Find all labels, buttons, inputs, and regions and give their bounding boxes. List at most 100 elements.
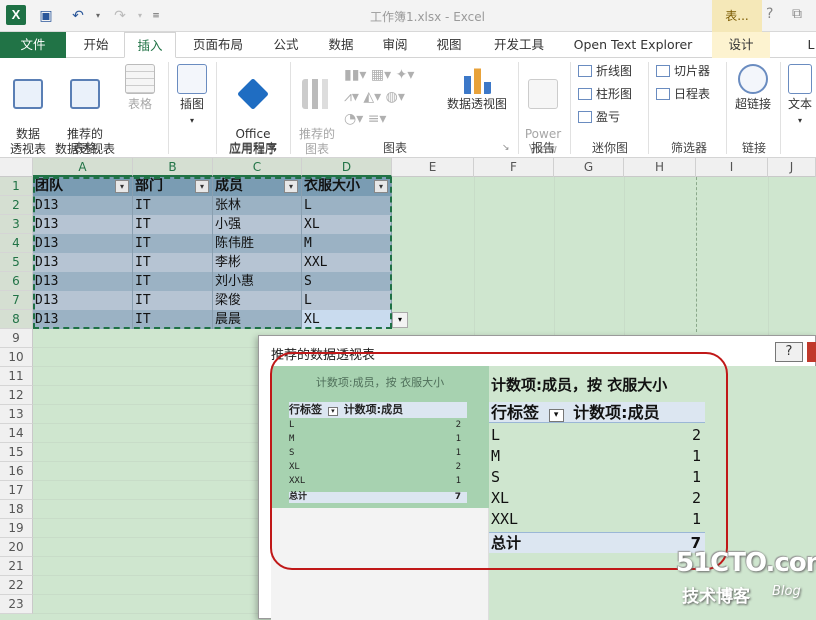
table-cell[interactable]: D13 — [33, 253, 133, 272]
tab-view[interactable]: 视图 — [426, 32, 472, 58]
row-header[interactable]: 20 — [0, 538, 33, 557]
table-header-cell[interactable]: 成员 ▾ — [213, 177, 302, 196]
undo-icon[interactable]: ↶ — [68, 6, 88, 26]
column-header-a[interactable]: A — [33, 158, 133, 177]
table-cell[interactable]: S — [302, 272, 392, 291]
table-cell[interactable]: L — [302, 291, 392, 310]
dialog-launcher-icon[interactable]: ↘ — [502, 143, 510, 153]
tab-formulas[interactable]: 公式 — [262, 32, 310, 58]
row-header[interactable]: 13 — [0, 405, 33, 424]
area-chart-icon[interactable]: ◭▾ — [363, 89, 381, 105]
pivot-option-thumbnail-selected[interactable]: 计数项:成员，按 衣服大小 行标签 ▾ 计数项:成员 L 2 M 1 S 1 XL 2 XXL 1… — [271, 366, 489, 508]
table-cell[interactable]: L — [302, 196, 392, 215]
table-cell[interactable]: IT — [133, 291, 213, 310]
table-cell[interactable]: IT — [133, 272, 213, 291]
table-cell[interactable]: IT — [133, 196, 213, 215]
table-header-cell[interactable]: 部门 ▾ — [133, 177, 213, 196]
table-cell[interactable]: 刘小惠 — [213, 272, 302, 291]
row-header[interactable]: 4 — [0, 234, 33, 253]
tab-review[interactable]: 审阅 — [372, 32, 418, 58]
table-cell[interactable]: D13 — [33, 272, 133, 291]
table-cell[interactable]: IT — [133, 310, 213, 329]
bar-chart-icon[interactable]: ≡▾ — [368, 111, 387, 127]
table-cell[interactable]: 梁俊 — [213, 291, 302, 310]
customize-qat-icon[interactable]: ≡ — [146, 6, 166, 26]
table-cell[interactable]: 小强 — [213, 215, 302, 234]
row-header[interactable]: 19 — [0, 519, 33, 538]
filter-dropdown-icon[interactable]: ▾ — [374, 180, 388, 193]
tab-developer[interactable]: 开发工具 — [484, 32, 554, 58]
ribbon-display-icon[interactable]: ⧉ — [792, 6, 802, 22]
table-cell[interactable]: D13 — [33, 291, 133, 310]
table-tools-contextual-tab[interactable]: 表... — [712, 0, 762, 32]
column-header-b[interactable]: B — [133, 158, 213, 177]
row-header[interactable]: 7 — [0, 291, 33, 310]
column-chart-icon[interactable]: ▮▮▾ — [344, 67, 366, 83]
hyperlink-button[interactable]: 超链接 — [730, 64, 776, 112]
tab-data[interactable]: 数据 — [318, 32, 364, 58]
table-button[interactable]: 表格 — [120, 64, 160, 112]
filter-dropdown-icon[interactable]: ▾ — [115, 180, 129, 193]
table-cell[interactable]: 晨晨 — [213, 310, 302, 329]
row-header[interactable]: 9 — [0, 329, 33, 348]
row-header[interactable]: 22 — [0, 576, 33, 595]
filter-dropdown-icon[interactable]: ▾ — [284, 180, 298, 193]
quick-analysis-icon[interactable]: ▾ — [392, 312, 408, 328]
pivotchart-button[interactable]: 数据透视图 — [440, 64, 514, 112]
column-header-c[interactable]: C — [213, 158, 302, 177]
row-header[interactable]: 16 — [0, 462, 33, 481]
table-cell[interactable]: IT — [133, 215, 213, 234]
column-header-e[interactable]: E — [392, 158, 474, 177]
excel-logo-icon[interactable]: X — [6, 5, 26, 25]
scatter-chart-icon[interactable]: ✦▾ — [396, 67, 415, 83]
row-header[interactable]: 12 — [0, 386, 33, 405]
tab-open-text-explorer[interactable]: Open Text Explorer — [566, 32, 700, 58]
table-cell[interactable]: XL — [302, 310, 392, 329]
help-button[interactable]: ? — [766, 6, 773, 22]
illustrations-button[interactable]: 插图 ▾ — [172, 64, 212, 128]
recommended-charts-button[interactable]: 推荐的 图表 — [294, 64, 340, 157]
slicer-button[interactable]: 切片器 — [656, 60, 710, 82]
table-header-cell[interactable]: 团队 ▾ — [33, 177, 133, 196]
table-cell[interactable]: XXL — [302, 253, 392, 272]
row-header[interactable]: 2 — [0, 196, 33, 215]
combo-chart-icon[interactable]: ◍▾ — [386, 89, 405, 105]
table-cell[interactable]: IT — [133, 253, 213, 272]
column-header-g[interactable]: G — [554, 158, 624, 177]
column-header-f[interactable]: F — [474, 158, 554, 177]
line-chart-icon[interactable]: ⩘▾ — [344, 89, 359, 105]
column-header-h[interactable]: H — [624, 158, 696, 177]
table-cell[interactable]: 陈伟胜 — [213, 234, 302, 253]
sparkline-column-button[interactable]: 柱形图 — [578, 83, 632, 105]
sparkline-winloss-button[interactable]: 盈亏 — [578, 106, 620, 128]
table-cell[interactable]: 张林 — [213, 196, 302, 215]
tab-design[interactable]: 设计 — [712, 32, 770, 58]
timeline-button[interactable]: 日程表 — [656, 83, 710, 105]
table-cell[interactable]: M — [302, 234, 392, 253]
chart-type-gallery[interactable]: ▮▮▾ ▦▾ ✦▾ ⩘▾ ◭▾ ◍▾ ◔▾ ≡▾ — [344, 64, 434, 134]
row-header[interactable]: 5 — [0, 253, 33, 272]
row-header[interactable]: 8 — [0, 310, 33, 329]
table-header-cell[interactable]: 衣服大小 ▾ — [302, 177, 392, 196]
row-header[interactable]: 14 — [0, 424, 33, 443]
row-header[interactable]: 11 — [0, 367, 33, 386]
tab-page-layout[interactable]: 页面布局 — [184, 32, 252, 58]
table-cell[interactable]: 李彬 — [213, 253, 302, 272]
tab-home[interactable]: 开始 — [70, 32, 122, 58]
redo-icon[interactable]: ↷ — [110, 6, 130, 26]
table-cell[interactable]: D13 — [33, 234, 133, 253]
select-all-corner[interactable] — [0, 158, 33, 177]
sparkline-line-button[interactable]: 折线图 — [578, 60, 632, 82]
table-cell[interactable]: IT — [133, 234, 213, 253]
hierarchy-chart-icon[interactable]: ▦▾ — [371, 67, 391, 83]
filter-dropdown-icon[interactable]: ▾ — [195, 180, 209, 193]
tab-file[interactable]: 文件 — [0, 32, 66, 58]
tab-insert[interactable]: 插入 — [124, 32, 176, 58]
column-header-d[interactable]: D — [302, 158, 392, 177]
dialog-close-button[interactable] — [807, 342, 816, 362]
column-header-j[interactable]: J — [768, 158, 816, 177]
dialog-help-button[interactable]: ? — [775, 342, 803, 362]
column-header-i[interactable]: I — [696, 158, 768, 177]
table-cell[interactable]: D13 — [33, 196, 133, 215]
text-button[interactable]: 文本 ▾ — [784, 64, 816, 128]
